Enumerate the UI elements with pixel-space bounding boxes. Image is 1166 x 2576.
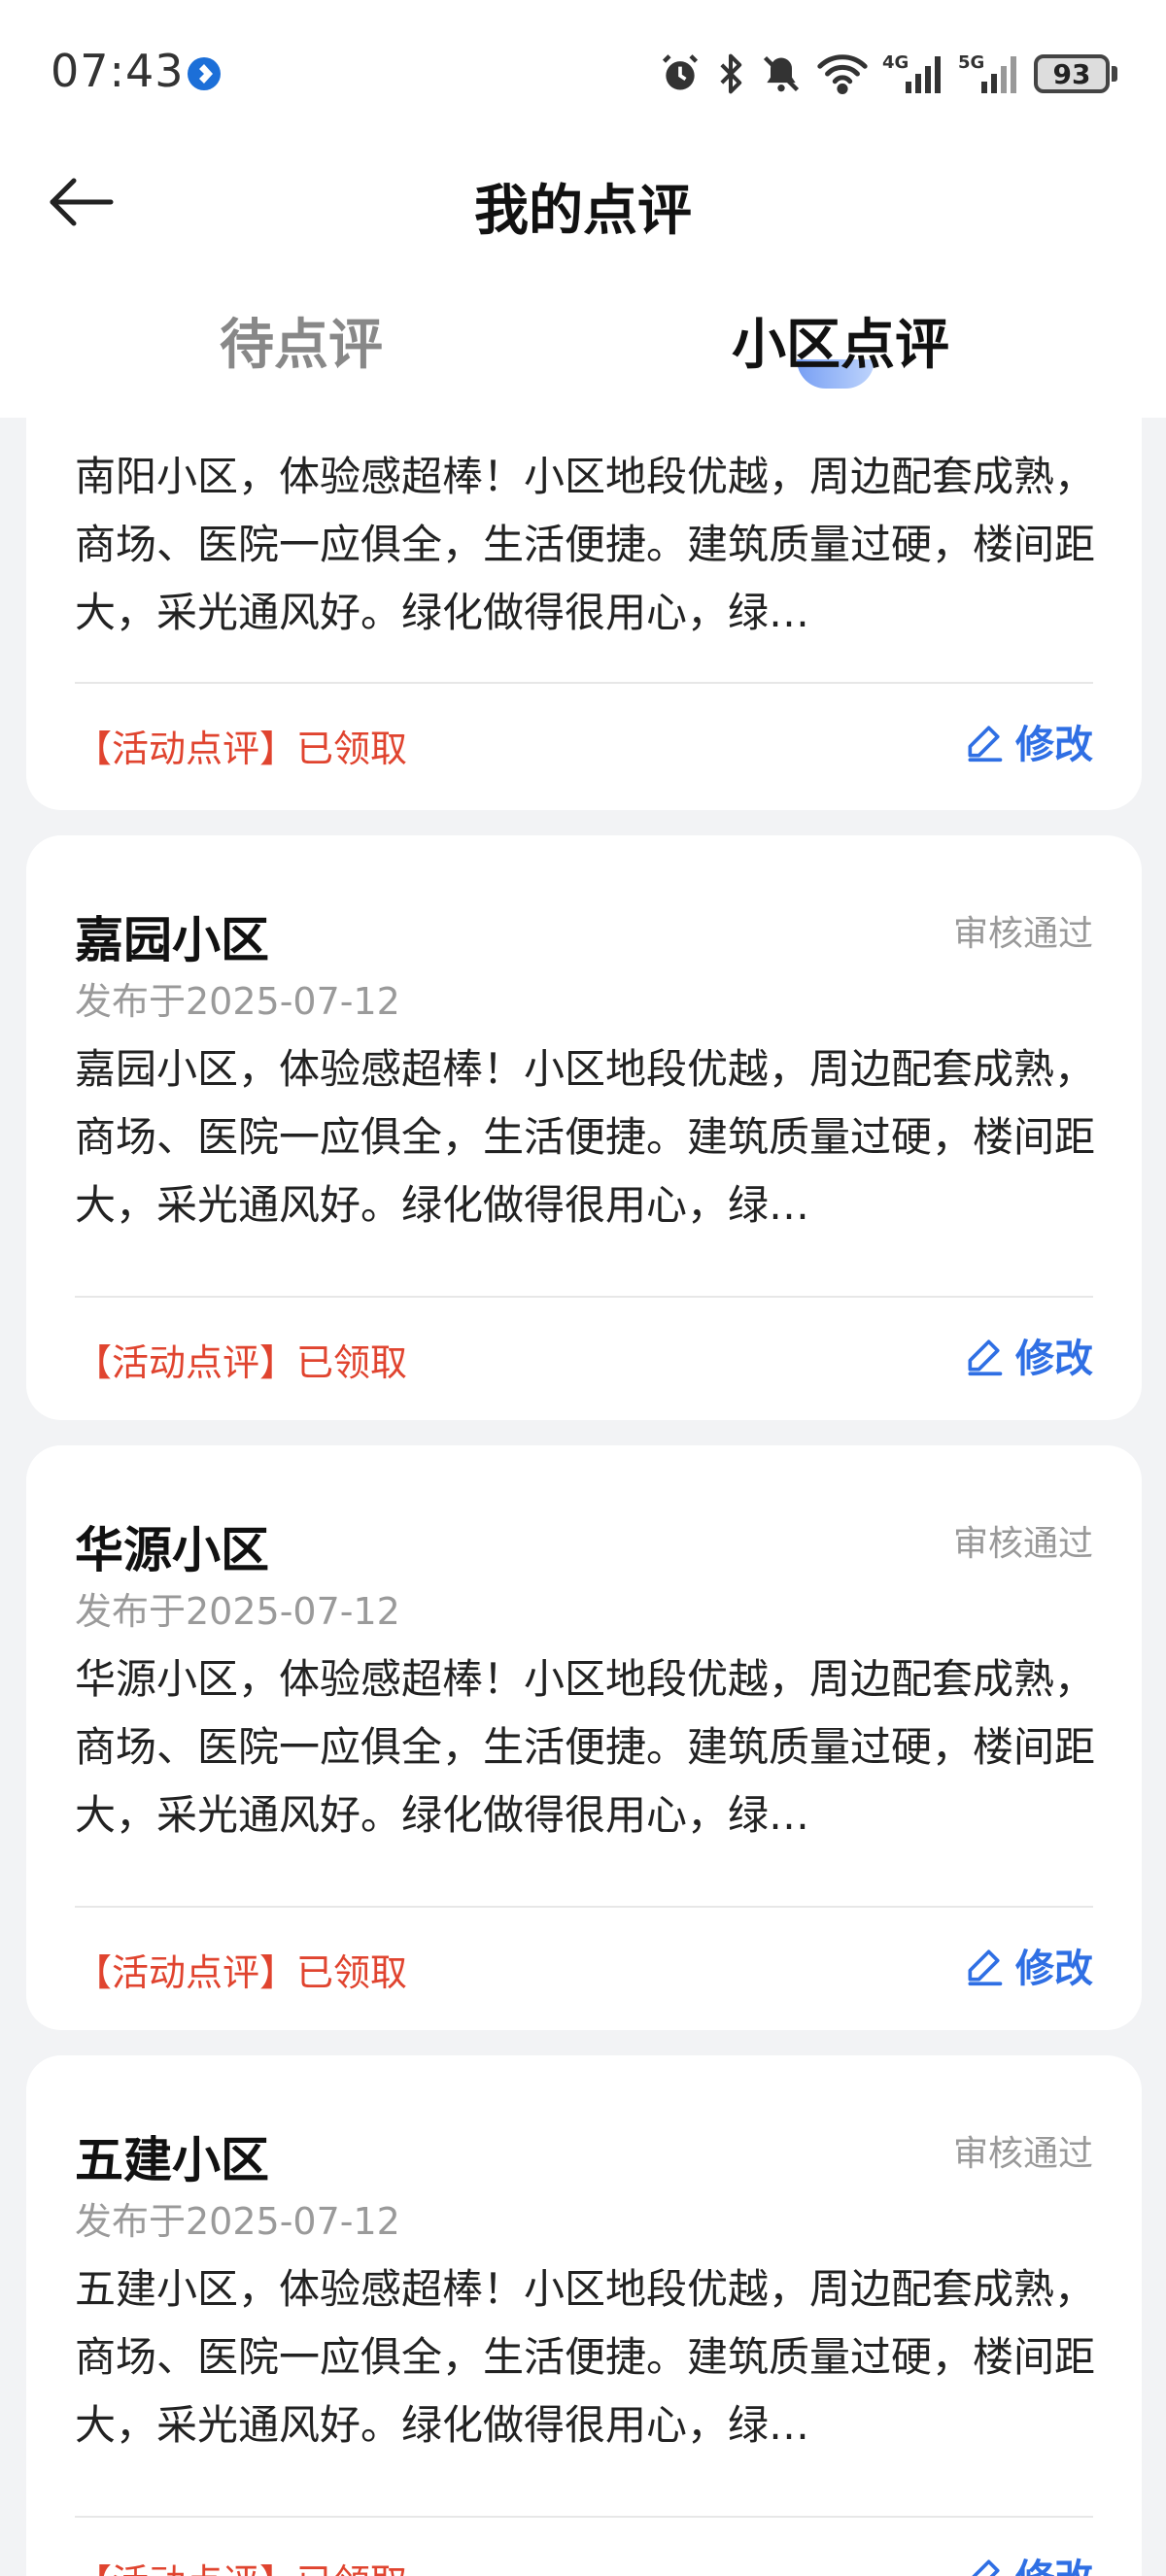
review-body: 嘉园小区，体验感超棒！小区地段优越，周边配套成熟，商场、医院一应俱全，生活便捷。… [75,1045,1096,1229]
edit-icon [963,1334,1006,1376]
review-card[interactable]: 五建小区 审核通过 发布于2025-07-12 五建小区，体验感超棒！小区地段优… [26,2055,1142,2576]
publish-date: 发布于2025-07-12 [75,1590,400,1633]
card-divider [75,2516,1093,2518]
edit-icon [963,2554,1006,2576]
status-icons: 4G 5G 93 [659,49,1117,99]
publish-date: 发布于2025-07-12 [75,2200,400,2243]
tab-community-review[interactable]: 小区点评 [549,301,1132,380]
mute-icon [760,52,803,95]
review-status: 审核通过 [952,1524,1093,1564]
signal-5g-icon: 5G [958,51,1020,97]
alarm-icon [659,52,702,95]
app-badge-icon [187,56,222,91]
status-time: 07:43 [51,45,185,97]
publish-date: 发布于2025-07-12 [75,980,400,1023]
activity-tag: 【活动点评】已领取 [75,728,408,770]
bluetooth-icon [715,52,746,95]
signal-4g-icon: 4G [882,51,944,97]
card-divider [75,1906,1093,1908]
tab-pending-review[interactable]: 待点评 [10,301,593,380]
review-card[interactable]: 嘉园小区 审核通过 发布于2025-07-12 嘉园小区，体验感超棒！小区地段优… [26,835,1142,1420]
activity-tag: 【活动点评】已领取 [75,1951,408,1994]
community-name: 华源小区 [75,1522,269,1578]
edit-button[interactable]: 修改 [963,1327,1093,1383]
community-name: 嘉园小区 [75,912,269,968]
edit-label: 修改 [1015,2547,1093,2576]
battery-level: 93 [1034,54,1110,93]
top-bar: 07:43 4G 5G 93 我的点评 待点评 小区点评 [0,0,1166,418]
review-card[interactable]: 华源小区 审核通过 发布于2025-07-12 华源小区，体验感超棒！小区地段优… [26,1445,1142,2030]
edit-icon [963,1944,1006,1986]
activity-tag: 【活动点评】已领取 [75,1341,408,1384]
status-bar: 07:43 4G 5G 93 [0,0,1166,146]
edit-label: 修改 [1015,1947,1093,1991]
edit-icon [963,720,1006,763]
edit-button[interactable]: 修改 [963,713,1093,769]
activity-tag: 【活动点评】已领取 [75,2553,407,2576]
svg-text:5G: 5G [958,52,984,73]
battery-indicator: 93 [1034,54,1117,93]
edit-button[interactable]: 修改 [963,2547,1093,2576]
community-name: 五建小区 [75,2132,269,2188]
svg-text:4G: 4G [882,52,909,73]
review-body: 南阳小区，体验感超棒！小区地段优越，周边配套成熟，商场、医院一应俱全，生活便捷。… [75,453,1096,636]
tab-bar: 待点评 小区点评 [0,282,1166,408]
review-body: 五建小区，体验感超棒！小区地段优越，周边配套成熟，商场、医院一应俱全，生活便捷。… [75,2265,1096,2449]
edit-label: 修改 [1015,723,1093,767]
edit-button[interactable]: 修改 [963,1937,1093,1993]
page-title: 我的点评 [474,180,692,243]
edit-label: 修改 [1015,1337,1093,1381]
card-divider [75,1296,1093,1298]
review-status: 审核通过 [952,2134,1093,2174]
review-status: 审核通过 [952,914,1093,954]
nav-bar: 我的点评 [0,146,1166,267]
battery-tip [1112,66,1117,82]
card-divider [75,682,1093,684]
wifi-icon [816,52,869,95]
review-body: 华源小区，体验感超棒！小区地段优越，周边配套成熟，商场、医院一应俱全，生活便捷。… [75,1655,1096,1839]
